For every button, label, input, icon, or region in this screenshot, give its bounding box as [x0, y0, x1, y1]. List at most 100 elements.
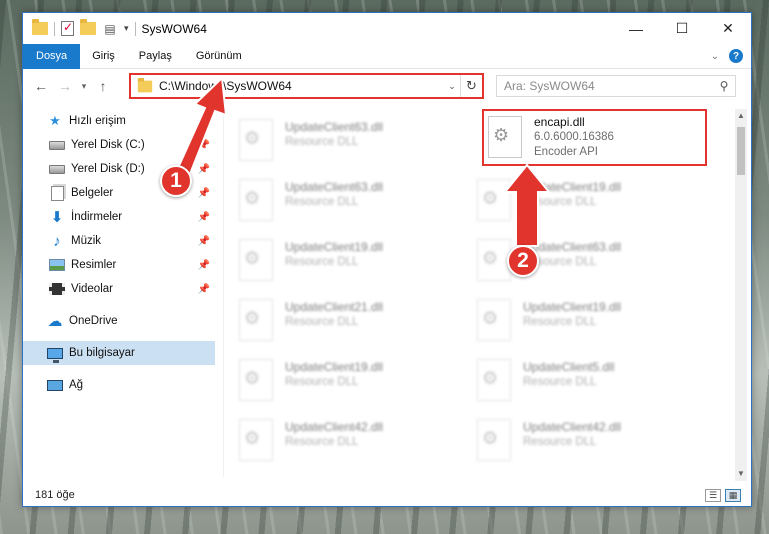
tab-file[interactable]: Dosya	[23, 43, 81, 69]
pin-icon[interactable]: 📌	[198, 212, 210, 223]
tab-home[interactable]: Giriş	[80, 44, 127, 69]
status-bar: 181 öğe ☰ ▦	[23, 484, 751, 506]
refresh-button[interactable]: ↻	[460, 75, 482, 97]
pin-icon[interactable]: 📌	[198, 284, 210, 295]
ribbon-collapse-icon[interactable]: ⌄	[711, 51, 719, 62]
file-tile[interactable]: ⚙ UpdateClient63.dll Resource DLL	[231, 173, 456, 228]
details-view-button[interactable]: ☰	[705, 488, 721, 502]
computer-icon	[47, 345, 63, 363]
nav-label: Yerel Disk (C:)	[71, 139, 145, 151]
file-tile[interactable]: ⚙ UpdateClient63.dll Resource DLL	[231, 113, 456, 168]
dll-file-icon: ⚙	[239, 359, 273, 401]
file-name: UpdateClient19.dll	[285, 360, 384, 374]
nav-label: Belgeler	[71, 187, 114, 199]
address-bar[interactable]: C:\Windows\SysWOW64 ⌄ ↻	[129, 73, 484, 99]
help-icon[interactable]: ?	[729, 49, 743, 63]
address-dropdown-icon[interactable]: ⌄	[444, 81, 460, 92]
ribbon-right-controls: ⌄ ?	[711, 49, 751, 63]
dll-file-icon: ⚙	[477, 419, 511, 461]
minimize-button[interactable]: —	[613, 13, 659, 44]
up-button[interactable]: ↑	[91, 74, 115, 98]
window-title: SysWOW64	[141, 21, 207, 36]
nav-item-this-pc[interactable]: Bu bilgisayar	[23, 341, 215, 365]
pin-icon[interactable]: 📌	[198, 140, 210, 151]
folder-icon	[137, 77, 153, 92]
file-type: Resource DLL	[523, 436, 597, 448]
nav-item-local-disk-c[interactable]: Yerel Disk (C:) 📌	[23, 133, 215, 157]
scroll-down-button[interactable]: ▼	[735, 467, 747, 481]
file-tile[interactable]: ⚙ UpdateClient19.dll Resource DLL	[469, 173, 694, 228]
forward-button[interactable]: →	[53, 74, 77, 98]
dll-file-icon: ⚙	[488, 116, 522, 158]
file-explorer-window: ▤ ▾ SysWOW64 — ☐ ✕ Dosya Giriş Paylaş Gö…	[22, 12, 752, 507]
file-tile[interactable]: ⚙ UpdateClient21.dll Resource DLL	[231, 293, 456, 348]
close-button[interactable]: ✕	[705, 13, 751, 44]
dll-file-icon: ⚙	[239, 239, 273, 281]
file-tile[interactable]: ⚙ UpdateClient19.dll Resource DLL	[469, 293, 694, 348]
nav-label: Bu bilgisayar	[69, 347, 135, 359]
nav-label: Müzik	[71, 235, 102, 247]
file-type: Resource DLL	[523, 316, 597, 328]
file-tile[interactable]: ⚙ UpdateClient19.dll Resource DLL	[231, 233, 456, 288]
file-type: Resource DLL	[285, 376, 359, 388]
step-2-callout: 2	[507, 245, 539, 277]
file-tile[interactable]: ⚙ UpdateClient5.dll Resource DLL	[469, 353, 694, 408]
pin-icon[interactable]: 📌	[198, 236, 210, 247]
navigation-pane: ★ Hızlı erişim Yerel Disk (C:) 📌 Yerel D…	[23, 109, 215, 479]
quick-access-toolbar: ▤ ▾	[23, 13, 136, 44]
network-icon	[47, 377, 63, 393]
step-1-callout: 1	[160, 165, 192, 197]
back-button[interactable]: ←	[29, 74, 53, 98]
folder-icon	[32, 19, 48, 35]
file-tile[interactable]: ⚙ UpdateClient42.dll Resource DLL	[231, 413, 456, 468]
file-name: UpdateClient63.dll	[523, 240, 622, 254]
dll-file-icon: ⚙	[477, 239, 511, 281]
dll-file-icon: ⚙	[477, 299, 511, 341]
music-icon: ♪	[53, 232, 61, 250]
file-tile[interactable]: ⚙ UpdateClient42.dll Resource DLL	[469, 413, 694, 468]
dll-file-icon: ⚙	[477, 359, 511, 401]
scroll-thumb[interactable]	[737, 127, 745, 175]
qat-dropdown-icon[interactable]: ▾	[124, 23, 129, 34]
downloads-icon: ⬇	[50, 209, 64, 226]
tab-share[interactable]: Paylaş	[127, 44, 184, 69]
dll-file-icon: ⚙	[239, 179, 273, 221]
nav-item-downloads[interactable]: ⬇ İndirmeler 📌	[23, 205, 215, 229]
pin-icon[interactable]: 📌	[198, 164, 210, 175]
nav-item-onedrive[interactable]: ☁ OneDrive	[23, 309, 215, 333]
tab-view[interactable]: Görünüm	[184, 44, 254, 69]
nav-item-pictures[interactable]: Resimler 📌	[23, 253, 215, 277]
maximize-button[interactable]: ☐	[659, 13, 705, 44]
file-name: UpdateClient19.dll	[523, 180, 622, 194]
scroll-up-button[interactable]: ▲	[735, 109, 747, 123]
recent-locations-button[interactable]: ▾	[77, 74, 91, 98]
cloud-icon: ☁	[47, 313, 63, 330]
file-list: ⚙ UpdateClient63.dll Resource DLL ⚙ Updat…	[231, 107, 733, 482]
nav-item-videos[interactable]: Videolar 📌	[23, 277, 215, 301]
dll-file-icon: ⚙	[239, 119, 273, 161]
nav-quick-access[interactable]: ★ Hızlı erişim	[23, 109, 215, 133]
file-type: Resource DLL	[523, 376, 597, 388]
nav-item-network[interactable]: Ağ	[23, 373, 215, 397]
file-tile[interactable]: ⚙ UpdateClient63.dll Resource DLL	[469, 233, 694, 288]
nav-label: Videolar	[71, 283, 113, 295]
nav-item-music[interactable]: ♪ Müzik 📌	[23, 229, 215, 253]
rename-icon[interactable]: ▤	[102, 21, 118, 37]
file-tile[interactable]: ⚙ UpdateClient19.dll Resource DLL	[231, 353, 456, 408]
pane-divider[interactable]	[223, 109, 224, 477]
search-box[interactable]: Ara: SysWOW64 ⚲	[496, 75, 736, 97]
new-folder-icon[interactable]	[80, 19, 96, 35]
file-name: UpdateClient19.dll	[523, 300, 622, 314]
file-tile-encapi[interactable]: ⚙ encapi.dll 6.0.6000.16386 Encoder API	[482, 109, 707, 166]
file-name: UpdateClient63.dll	[285, 120, 384, 134]
tiles-view-button[interactable]: ▦	[725, 488, 741, 502]
pin-icon[interactable]: 📌	[198, 260, 210, 271]
properties-icon[interactable]	[61, 20, 74, 36]
vertical-scrollbar[interactable]: ▲ ▼	[735, 109, 747, 481]
nav-label: Ağ	[69, 379, 84, 391]
pin-icon[interactable]: 📌	[198, 188, 210, 199]
file-description: Encoder API	[534, 146, 598, 158]
search-input[interactable]: Ara: SysWOW64	[504, 79, 713, 93]
address-path[interactable]: C:\Windows\SysWOW64	[159, 79, 444, 93]
search-icon[interactable]: ⚲	[713, 79, 735, 93]
